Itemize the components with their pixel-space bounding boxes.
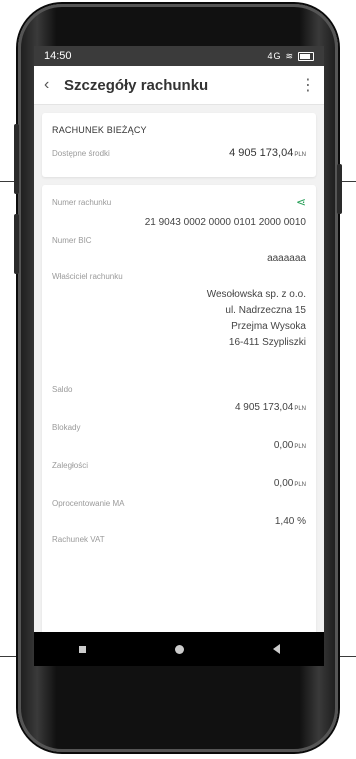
available-funds-row: Dostępne środki 4 905 173,04PLN — [52, 147, 306, 159]
owner-line: 16-411 Szypliszki — [228, 337, 306, 348]
owner-label: Właściciel rachunku — [52, 272, 123, 281]
oprocentowanie-field: Oprocentowanie MA 1,40 % — [52, 499, 306, 529]
owner-field: Właściciel rachunku Wesołowska sp. z o.o… — [52, 272, 306, 351]
account-number-label: Numer rachunku — [52, 197, 112, 207]
saldo-value: 4 905 173,04PLN — [52, 400, 306, 417]
owner-line: ul. Nadrzeczna 15 — [225, 305, 306, 316]
battery-icon — [298, 51, 314, 61]
bic-field: Numer BIC aaaaaaa — [52, 236, 306, 266]
blokady-value: 0,00PLN — [52, 438, 306, 455]
account-summary-card: RACHUNEK BIEŻĄCY Dostępne środki 4 905 1… — [42, 113, 316, 177]
back-icon[interactable] — [272, 644, 280, 654]
account-type-label: RACHUNEK BIEŻĄCY — [52, 125, 147, 135]
android-nav-bar — [34, 632, 324, 666]
volume-button — [14, 124, 19, 194]
available-amount: 4 905 173,04 — [229, 147, 294, 159]
blokady-amount: 0,00 — [273, 440, 294, 451]
account-details-card: Numer rachunku ⋖ 21 9043 0002 0000 0101 … — [42, 185, 316, 666]
owner-line: Wesołowska sp. z o.o. — [206, 289, 306, 300]
owner-line: Przejma Wysoka — [231, 321, 306, 332]
zaleglosci-amount: 0,00 — [273, 478, 294, 489]
available-currency: PLN — [294, 152, 306, 158]
app-header: ‹ Szczegóły rachunku ⋮ — [34, 66, 324, 105]
zaleglosci-currency: PLN — [294, 482, 306, 488]
blokady-label: Blokady — [52, 423, 81, 432]
back-arrow-icon[interactable]: ‹ — [44, 76, 64, 94]
share-icon[interactable]: ⋖ — [296, 195, 306, 209]
blokady-currency: PLN — [294, 444, 306, 450]
available-funds-label: Dostępne środki — [52, 149, 110, 158]
vat-label: Rachunek VAT — [52, 535, 105, 544]
saldo-field: Saldo 4 905 173,04PLN — [52, 385, 306, 417]
status-icons: 4G ≋ — [267, 51, 314, 62]
saldo-amount: 4 905 173,04 — [234, 402, 294, 413]
blokady-field: Blokady 0,00PLN — [52, 423, 306, 455]
home-icon[interactable] — [174, 644, 184, 654]
phone-screen: 14:50 4G ≋ ‹ Szczegóły rachunku ⋮ RACHUN… — [34, 46, 324, 666]
zaleglosci-value: 0,00PLN — [52, 476, 306, 493]
power-button — [14, 214, 19, 274]
side-button-right — [337, 164, 342, 214]
vat-field: Rachunek VAT — [52, 535, 306, 544]
status-time: 14:50 — [44, 50, 72, 62]
oprocentowanie-label: Oprocentowanie MA — [52, 499, 125, 508]
zaleglosci-label: Zaległości — [52, 461, 89, 470]
wifi-icon: ≋ — [285, 50, 294, 61]
saldo-label: Saldo — [52, 385, 73, 394]
more-options-icon[interactable]: ⋮ — [300, 75, 316, 95]
bic-value: aaaaaaa — [267, 253, 306, 264]
available-funds-value: 4 905 173,04PLN — [229, 147, 306, 159]
bic-label: Numer BIC — [52, 236, 92, 245]
account-number-value: 21 9043 0002 0000 0101 2000 0010 — [144, 217, 306, 228]
saldo-currency: PLN — [294, 406, 306, 412]
owner-address: Wesołowska sp. z o.o. ul. Nadrzeczna 15 … — [52, 287, 306, 351]
zaleglosci-field: Zaległości 0,00PLN — [52, 461, 306, 493]
status-bar: 14:50 4G ≋ — [34, 46, 324, 66]
recent-apps-icon[interactable] — [78, 645, 86, 653]
page-title: Szczegóły rachunku — [64, 76, 209, 94]
account-number-field: Numer rachunku ⋖ 21 9043 0002 0000 0101 … — [52, 195, 306, 230]
oprocentowanie-value: 1,40 % — [274, 516, 306, 527]
signal-icon: 4G — [267, 51, 282, 61]
